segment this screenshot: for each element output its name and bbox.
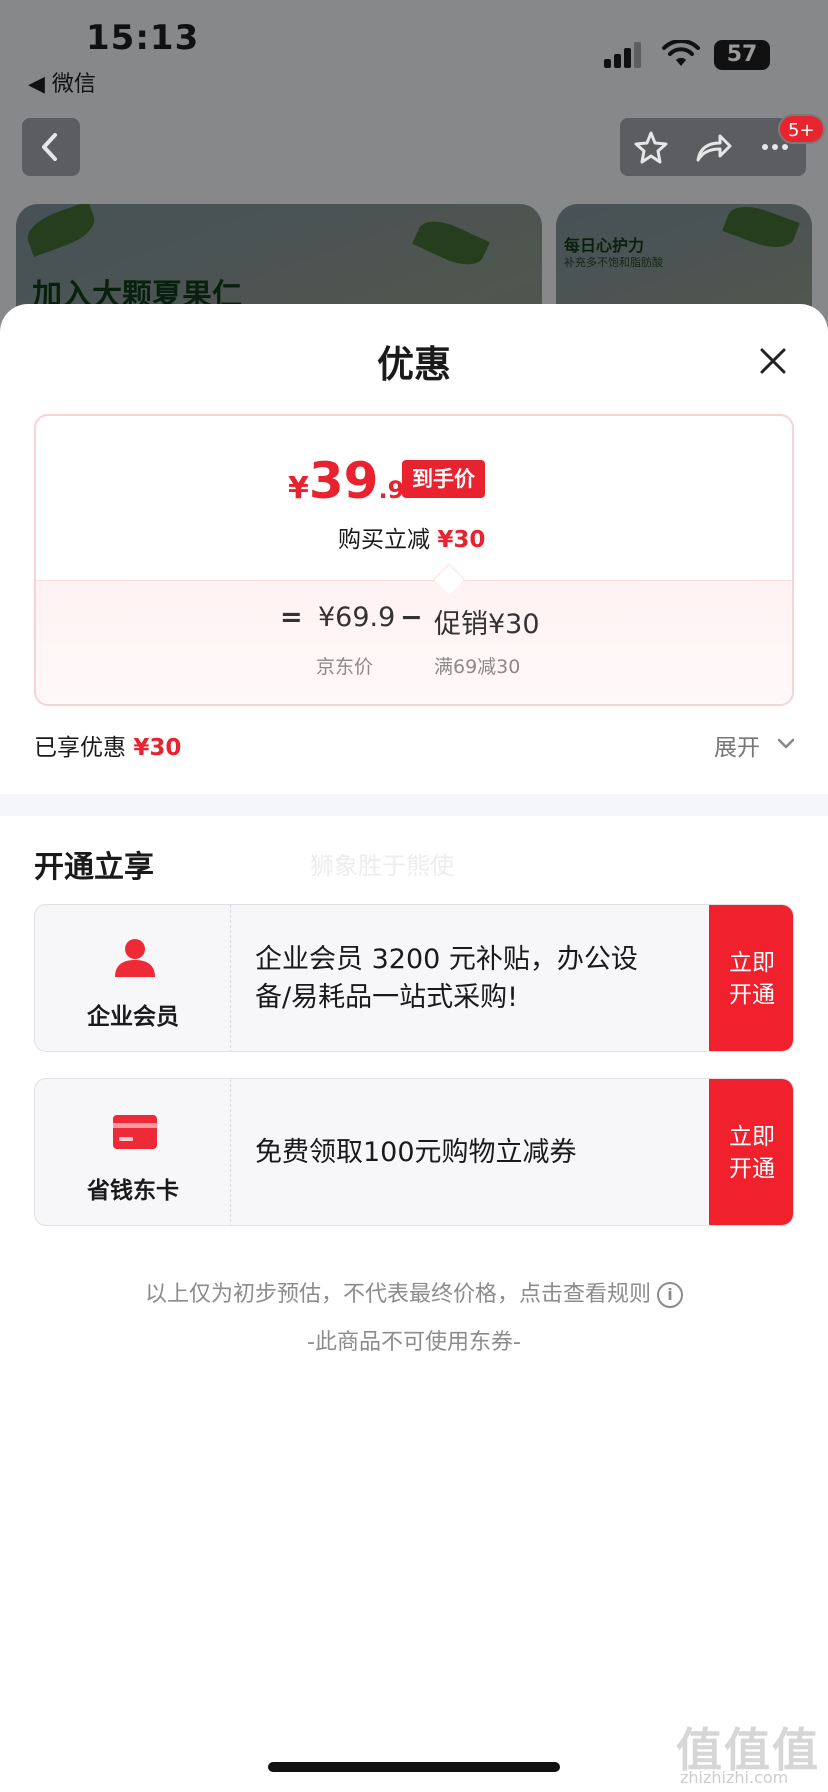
disclaimer-link[interactable]: 以上仅为初步预估，不代表最终价格，点击查看规则 i: [0, 1276, 828, 1308]
coupon-restriction-note: -此商品不可使用东券-: [307, 1330, 521, 1355]
benefit-card-savings[interactable]: 省钱东卡 免费领取100元购物立减券 立即开通: [34, 1078, 794, 1226]
benefit-name: 企业会员: [87, 1004, 179, 1030]
watermark-text: 狮象胜于熊使: [310, 852, 454, 880]
final-price-tag: 到手价: [402, 460, 485, 498]
expand-button[interactable]: 展开: [714, 728, 760, 762]
activate-button[interactable]: 立即开通: [709, 905, 793, 1051]
person-icon: [115, 939, 155, 977]
chevron-left-icon: [42, 133, 57, 161]
minus-sign: −: [400, 602, 423, 633]
price-breakdown-card: ¥39.9 到手价 购买立减 ¥30 = ¥69.9 − 促销¥30 京东价 满…: [34, 414, 794, 706]
buy-discount: 购买立减 ¥30: [338, 527, 486, 553]
final-price: ¥39.9: [288, 452, 405, 510]
card-icon: [113, 1115, 157, 1149]
info-icon[interactable]: i: [657, 1282, 683, 1308]
home-indicator[interactable]: [268, 1762, 560, 1772]
promo-rule-label: 满69减30: [434, 656, 521, 678]
site-watermark-url: zhizhizhi.com: [680, 1768, 789, 1787]
equals-sign: =: [280, 602, 303, 633]
share-icon: [696, 134, 732, 162]
wifi-icon: [662, 40, 700, 66]
jd-price: ¥69.9: [318, 602, 396, 633]
jd-price-label: 京东价: [316, 656, 374, 678]
close-button[interactable]: [752, 340, 794, 382]
enjoyed-discount: 已享优惠 ¥30: [34, 735, 182, 761]
close-icon: [760, 348, 786, 374]
activate-button[interactable]: 立即开通: [709, 1079, 793, 1225]
promo-amount: 促销¥30: [434, 609, 540, 640]
status-time: 15:13: [86, 18, 200, 58]
back-to-wechat[interactable]: ◀ 微信: [28, 66, 96, 98]
benefit-card-enterprise[interactable]: 企业会员 企业会员 3200 元补贴，办公设备/易耗品一站式采购! 立即开通: [34, 904, 794, 1052]
back-button[interactable]: [22, 118, 80, 176]
star-icon: [634, 131, 668, 164]
status-bar: 15:13 ◀ 微信 57: [0, 0, 828, 100]
battery-indicator: 57: [714, 40, 770, 70]
share-button[interactable]: [682, 118, 744, 176]
section-divider: [0, 794, 828, 816]
benefit-description: 企业会员 3200 元补贴，办公设备/易耗品一站式采购!: [255, 944, 638, 1013]
chevron-down-icon[interactable]: [776, 736, 796, 752]
sheet-title: 优惠: [377, 343, 451, 386]
section-title: 开通立享: [34, 850, 154, 885]
message-badge: 5+: [778, 114, 825, 144]
cellular-signal-icon: [604, 40, 644, 68]
benefit-description: 免费领取100元购物立减券: [255, 1137, 577, 1168]
discount-sheet: 优惠 ¥39.9 到手价 购买立减 ¥30 = ¥69.9 − 促销¥30 京东…: [0, 304, 828, 1792]
favorite-button[interactable]: [620, 118, 682, 176]
benefit-name: 省钱东卡: [87, 1178, 179, 1204]
